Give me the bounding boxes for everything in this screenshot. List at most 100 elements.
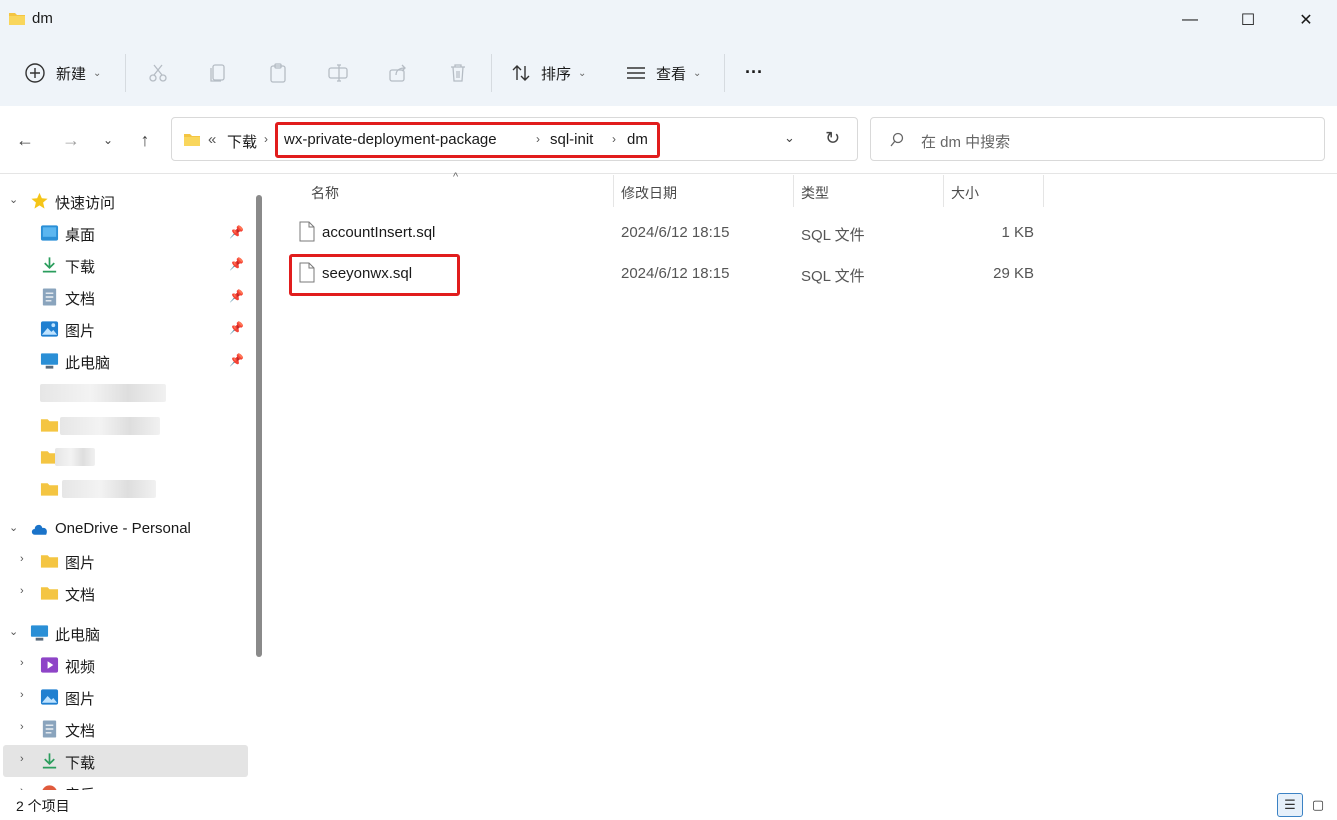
cut-icon[interactable]	[147, 62, 169, 84]
more-options-button[interactable]: ···	[745, 52, 763, 92]
nav-pc-documents[interactable]: › 文档	[0, 713, 248, 745]
maximize-button[interactable]: ☐	[1219, 0, 1277, 40]
search-box[interactable]: 在 dm 中搜索	[870, 117, 1325, 161]
blurred-label	[60, 417, 160, 435]
breadcrumb-downloads[interactable]: 下载	[227, 131, 257, 152]
document-icon	[42, 720, 57, 738]
share-icon[interactable]	[387, 62, 409, 84]
column-header-name[interactable]: 名称	[311, 183, 339, 203]
nav-documents[interactable]: 文档 📌	[0, 281, 248, 313]
chevron-right-icon[interactable]: ›	[20, 753, 24, 765]
sidebar-scrollbar[interactable]	[256, 195, 262, 657]
chevron-down-icon[interactable]: ⌄	[9, 625, 18, 638]
desktop-icon	[40, 225, 59, 241]
nav-label: 桌面	[65, 227, 96, 244]
pin-icon[interactable]: 📌	[229, 225, 244, 239]
nav-onedrive[interactable]: ⌄ OneDrive - Personal	[0, 513, 248, 545]
sort-button[interactable]: 排序 ⌄	[510, 53, 586, 93]
list-icon: ☰	[1284, 797, 1296, 812]
chevron-right-icon[interactable]: ›	[264, 132, 268, 146]
nav-blurred-folder[interactable]	[0, 473, 248, 505]
details-view-button[interactable]: ☰	[1277, 793, 1303, 817]
column-header-size[interactable]: 大小	[951, 183, 979, 203]
nav-onedrive-pictures[interactable]: › 图片	[0, 545, 248, 577]
breadcrumb-overflow[interactable]: «	[208, 131, 216, 148]
arrow-left-icon: ←	[16, 129, 34, 150]
folder-icon	[40, 555, 59, 568]
file-icon	[299, 221, 315, 242]
chevron-right-icon[interactable]: ›	[20, 657, 24, 669]
sort-ascending-icon: ^	[453, 171, 459, 183]
command-bar: 新建 ⌄ 排序 ⌄ 查看 ⌄ ···	[0, 40, 1337, 106]
nav-onedrive-documents[interactable]: › 文档	[0, 577, 248, 609]
rename-icon[interactable]	[327, 62, 349, 84]
nav-pc-downloads[interactable]: › 下载	[3, 745, 248, 777]
nav-pictures[interactable]: 图片 📌	[0, 313, 248, 345]
nav-desktop[interactable]: 桌面 📌	[0, 217, 248, 249]
minimize-button[interactable]: —	[1161, 0, 1219, 40]
file-list: ^ 名称 修改日期 类型 大小 accountInsert.sql 2024/6…	[271, 171, 1337, 790]
address-dropdown-icon[interactable]: ⌄	[784, 130, 795, 146]
address-bar[interactable]: « 下载 › wx-private-deployment-package › s…	[171, 117, 858, 161]
file-row[interactable]: accountInsert.sql 2024/6/12 18:15 SQL 文件…	[291, 215, 1331, 251]
column-divider[interactable]	[793, 175, 794, 207]
view-label: 查看	[656, 65, 687, 83]
nav-blurred-folder[interactable]	[0, 409, 248, 441]
nav-this-pc-quick[interactable]: 此电脑 📌	[0, 345, 248, 377]
file-size: 29 KB	[993, 265, 1034, 282]
pictures-icon	[40, 321, 59, 337]
computer-icon	[40, 353, 59, 369]
download-icon	[42, 753, 57, 769]
column-divider[interactable]	[943, 175, 944, 207]
pictures-icon	[40, 689, 59, 705]
chevron-right-icon[interactable]: ›	[20, 585, 24, 597]
back-button[interactable]: ←	[13, 128, 37, 152]
column-divider[interactable]	[1043, 175, 1044, 207]
up-button[interactable]: ↑	[133, 128, 157, 152]
nav-this-pc[interactable]: ⌄ 此电脑	[0, 617, 248, 649]
pin-icon[interactable]: 📌	[229, 321, 244, 335]
nav-pc-pictures[interactable]: › 图片	[0, 681, 248, 713]
close-button[interactable]: ✕	[1277, 0, 1335, 40]
address-row: ← → ⌄ ↑ « 下载 › wx-private-deployment-pac…	[0, 106, 1337, 174]
tiles-view-button[interactable]: ▢	[1305, 793, 1331, 817]
file-modified: 2024/6/12 18:15	[621, 224, 730, 241]
column-divider[interactable]	[613, 175, 614, 207]
copy-icon[interactable]	[207, 62, 229, 84]
refresh-icon[interactable]: ↻	[825, 128, 840, 149]
recent-locations-button[interactable]: ⌄	[96, 128, 120, 152]
nav-quick-access[interactable]: ⌄ 快速访问	[0, 185, 248, 217]
plus-circle-icon	[25, 63, 45, 83]
nav-music[interactable]: › 音乐	[0, 777, 248, 790]
video-icon	[40, 657, 59, 673]
nav-videos[interactable]: › 视频	[0, 649, 248, 681]
nav-label: 文档	[65, 723, 96, 740]
delete-icon[interactable]	[447, 62, 469, 84]
pin-icon[interactable]: 📌	[229, 257, 244, 271]
chevron-down-icon[interactable]: ⌄	[9, 193, 18, 206]
title-bar: dm — ☐ ✕	[0, 0, 1337, 40]
column-header-modified[interactable]: 修改日期	[621, 183, 677, 203]
chevron-down-icon[interactable]: ⌄	[9, 521, 18, 534]
pin-icon[interactable]: 📌	[229, 353, 244, 367]
arrow-up-icon: ↑	[140, 129, 150, 150]
file-name: accountInsert.sql	[322, 224, 436, 241]
chevron-right-icon[interactable]: ›	[20, 553, 24, 565]
paste-icon[interactable]	[267, 62, 289, 84]
pin-icon[interactable]: 📌	[229, 289, 244, 303]
view-button[interactable]: 查看 ⌄	[625, 53, 701, 93]
chevron-right-icon[interactable]: ›	[20, 689, 24, 701]
nav-downloads[interactable]: 下载 📌	[0, 249, 248, 281]
chevron-right-icon[interactable]: ›	[20, 721, 24, 733]
blurred-label	[40, 384, 166, 402]
nav-label: 此电脑	[65, 355, 111, 372]
new-button[interactable]: 新建 ⌄	[24, 53, 101, 93]
column-header-type[interactable]: 类型	[801, 183, 829, 203]
navigation-pane: ⌄ 快速访问 桌面 📌 下载 📌 文档 📌 图片 📌 此电脑 📌 ⌄ OneDr…	[0, 175, 270, 790]
nav-blurred-folder[interactable]	[0, 377, 248, 409]
nav-blurred-folder[interactable]	[0, 441, 248, 473]
file-modified: 2024/6/12 18:15	[621, 265, 730, 282]
item-count: 2 个项目	[16, 798, 70, 814]
forward-button[interactable]: →	[59, 128, 83, 152]
nav-label: 文档	[65, 587, 96, 604]
